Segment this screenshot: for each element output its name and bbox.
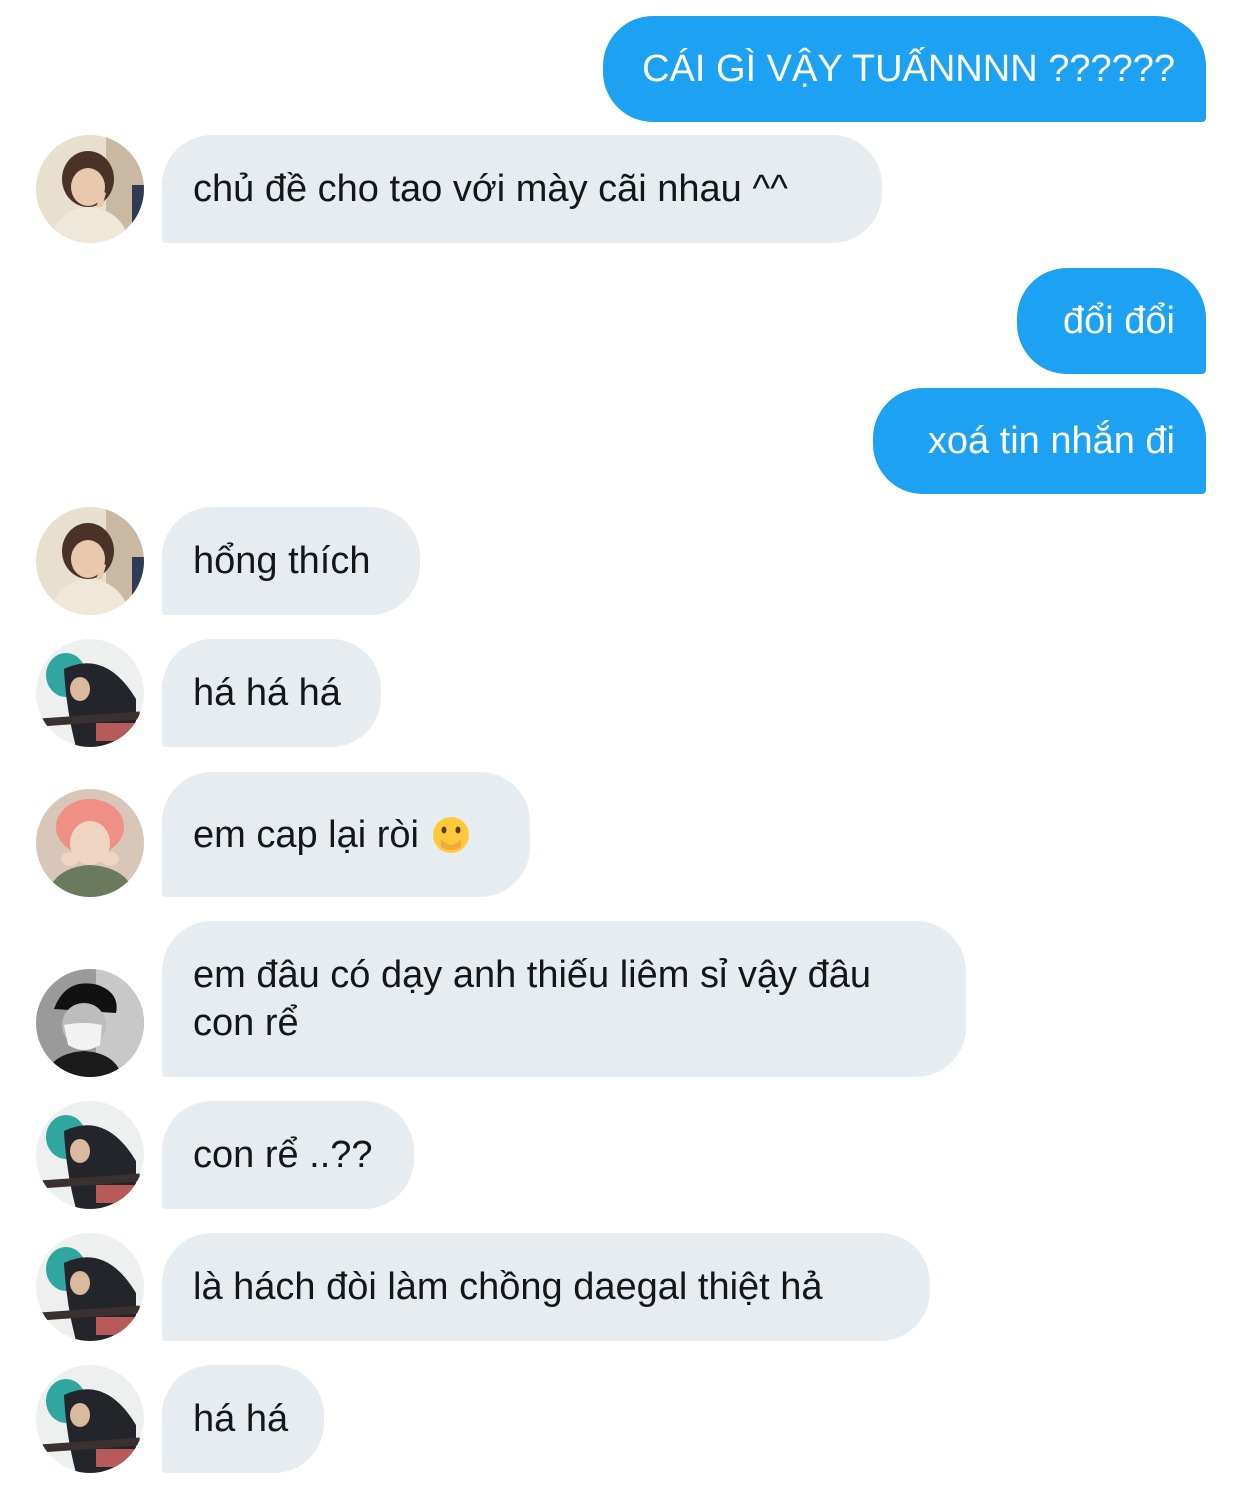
avatar[interactable] (36, 135, 144, 243)
incoming-message-bubble[interactable]: con rể ..?? (162, 1101, 414, 1209)
message-text: há há há (193, 672, 341, 714)
hand-over-mouth-emoji-icon (431, 815, 471, 855)
incoming-message-bubble[interactable]: là hách đòi làm chồng daegal thiệt hả (162, 1233, 930, 1341)
outgoing-message-bubble[interactable]: CÁI GÌ VẬY TUẤNNNN ?????? (603, 16, 1206, 122)
incoming-message-bubble[interactable]: em đâu có dạy anh thiếu liêm sỉ vậy đâu … (162, 921, 966, 1077)
message-text: CÁI GÌ VẬY TUẤNNNN ?????? (642, 48, 1175, 90)
avatar[interactable] (36, 507, 144, 615)
outgoing-message-bubble[interactable]: đổi đổi (1017, 268, 1206, 374)
message-text: xoá tin nhắn đi (927, 420, 1175, 462)
message-text: há há (193, 1398, 289, 1440)
avatar[interactable] (36, 789, 144, 897)
incoming-message-bubble[interactable]: chủ đề cho tao với mày cãi nhau ^^ (162, 135, 882, 243)
message-text: em cap lại ròi (193, 813, 419, 856)
incoming-message-bubble[interactable]: hổng thích (162, 507, 420, 615)
outgoing-message-bubble[interactable]: xoá tin nhắn đi (873, 388, 1206, 494)
message-text: là hách đòi làm chồng daegal thiệt hả (193, 1266, 823, 1308)
message-text: đổi đổi (1063, 300, 1175, 342)
incoming-message-bubble[interactable]: há há (162, 1365, 324, 1473)
message-text: chủ đề cho tao với mày cãi nhau ^^ (193, 168, 789, 210)
avatar[interactable] (36, 1101, 144, 1209)
avatar[interactable] (36, 969, 144, 1077)
avatar[interactable] (36, 1233, 144, 1341)
message-text: em đâu có dạy anh thiếu liêm sỉ vậy đâu … (193, 954, 872, 1044)
message-text: con rể ..?? (193, 1134, 373, 1176)
incoming-message-bubble[interactable]: há há há (162, 639, 381, 747)
incoming-message-bubble[interactable]: em cap lại ròi (162, 772, 530, 897)
avatar[interactable] (36, 639, 144, 747)
avatar[interactable] (36, 1365, 144, 1473)
message-text: hổng thích (193, 540, 371, 582)
